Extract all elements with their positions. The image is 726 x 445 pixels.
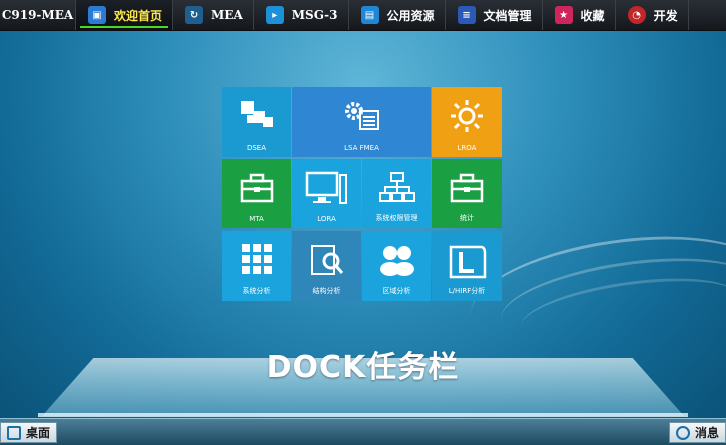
magnifier-icon <box>292 243 361 279</box>
tile-label: L/HIRF分析 <box>448 287 486 295</box>
document-icon: ≡ <box>457 6 476 24</box>
grid-icon <box>222 243 291 275</box>
tile-label: LSA FMEA <box>344 144 379 152</box>
tab-development[interactable]: ◔ 开发 <box>616 0 689 30</box>
tab-document-management[interactable]: ≡ 文档管理 <box>446 0 543 30</box>
tile-label: DSEA <box>246 144 267 152</box>
message-label: 消息 <box>694 426 719 440</box>
toolbox-icon <box>432 171 502 203</box>
desktop-button[interactable]: 桌面 <box>0 422 58 443</box>
window-icon: ▤ <box>360 6 379 24</box>
desktop-label: 桌面 <box>26 426 51 440</box>
message-button[interactable]: 消息 <box>668 422 726 443</box>
monitor-icon <box>292 171 361 207</box>
play-icon: ▸ <box>265 6 284 24</box>
tile-label: 区域分析 <box>382 287 411 295</box>
tile-zone-analysis[interactable]: 区域分析 <box>362 231 431 301</box>
tile-label: 系统分析 <box>242 287 271 295</box>
tile-structure-analysis[interactable]: 结构分析 <box>292 231 361 301</box>
tile-label: 结构分析 <box>312 287 341 295</box>
tile-label: 统计 <box>460 214 474 222</box>
tab-favorites[interactable]: ★ 收藏 <box>543 0 616 30</box>
refresh-icon: ↻ <box>185 6 204 24</box>
top-nav-bar: C919-MEA ▣ 欢迎首页 ↻ MEA ▸ MSG-3 ▤ 公用资源 ≡ 文… <box>0 0 726 31</box>
org-chart-icon <box>362 171 431 203</box>
message-icon <box>675 425 690 440</box>
tab-public-resources[interactable]: ▤ 公用资源 <box>349 0 446 30</box>
tab-label: 欢迎首页 <box>114 8 163 23</box>
tab-label: 收藏 <box>580 8 605 23</box>
tile-dsea[interactable]: DSEA <box>222 87 291 157</box>
tile-system-permissions[interactable]: 系统权限管理 <box>362 159 431 228</box>
tile-lora[interactable]: LORA <box>292 159 361 228</box>
tile-system-analysis[interactable]: 系统分析 <box>222 231 291 301</box>
tab-label: 文档管理 <box>483 8 532 23</box>
toolbox-icon <box>222 171 291 203</box>
tab-label: MEA <box>211 8 243 22</box>
gauge-icon: ◔ <box>627 6 646 24</box>
tile-lsa-fmea[interactable]: LSA FMEA <box>292 87 431 157</box>
tab-label: 公用资源 <box>386 8 435 23</box>
tile-label: LORA <box>317 215 336 223</box>
tile-statistics[interactable]: 统计 <box>432 159 502 228</box>
tile-label: LROA <box>457 144 477 152</box>
dock-edge <box>38 413 688 417</box>
tab-msg3[interactable]: ▸ MSG-3 <box>254 0 349 30</box>
tile-mta[interactable]: MTA <box>222 159 291 228</box>
tab-label: MSG-3 <box>291 8 338 22</box>
bookmark-icon: ★ <box>554 6 573 24</box>
dock-title: DOCK任务栏 <box>266 350 460 385</box>
tile-label: MTA <box>249 215 264 223</box>
sun-icon <box>432 99 502 133</box>
gear-list-icon <box>292 99 431 133</box>
bottom-taskbar: 桌面 消息 <box>0 418 726 445</box>
chat-icon: ▣ <box>88 6 106 24</box>
app-title: C919-MEA <box>0 0 76 30</box>
letter-l-icon <box>432 243 502 281</box>
desktop-icon <box>7 425 21 440</box>
tab-mea[interactable]: ↻ MEA <box>173 0 254 30</box>
app-tile-grid: DSEA LSA FMEA LROA MTA LORA 系统权限管理 统计 系统… <box>222 87 502 301</box>
people-icon <box>362 243 431 277</box>
squares-icon <box>222 99 291 133</box>
tile-label: 系统权限管理 <box>375 214 418 222</box>
tab-label: 开发 <box>653 8 678 23</box>
tab-welcome[interactable]: ▣ 欢迎首页 <box>76 0 174 30</box>
tile-lhirf-analysis[interactable]: L/HIRF分析 <box>432 231 502 301</box>
tile-lroa[interactable]: LROA <box>432 87 502 157</box>
